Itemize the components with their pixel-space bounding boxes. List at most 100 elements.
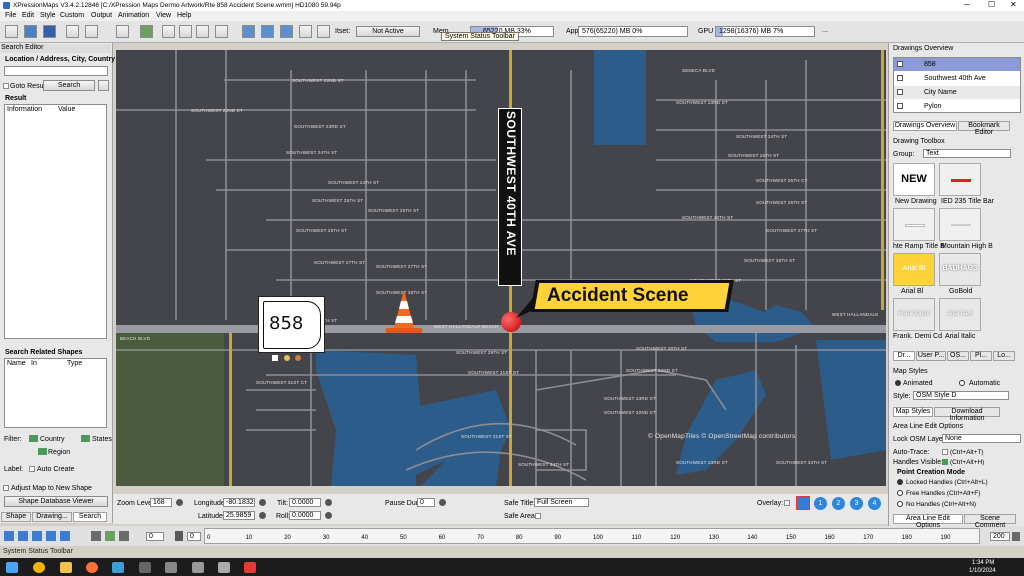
menu-view[interactable]: View (156, 12, 171, 19)
menu-file[interactable]: File (5, 12, 16, 19)
pause-input[interactable]: 0 (417, 498, 435, 507)
tab-dr[interactable]: Dr... (893, 351, 915, 361)
roll-reset-icon[interactable] (325, 512, 332, 519)
tab-map-styles[interactable]: Map Styles (893, 407, 933, 417)
tile-new-drawing[interactable]: NEW (893, 163, 935, 196)
timeline-current-input[interactable]: 0 (187, 532, 201, 541)
overlay-checkbox[interactable] (784, 500, 790, 506)
animated-radio[interactable] (895, 380, 901, 386)
shield-pin-icon[interactable] (284, 355, 290, 361)
tab-lo[interactable]: Lo... (993, 351, 1015, 361)
undo-icon[interactable] (66, 25, 79, 38)
app-icon[interactable] (139, 562, 151, 573)
pause-reset-icon[interactable] (439, 499, 446, 506)
chrome-icon[interactable] (33, 562, 45, 573)
end-icon[interactable] (60, 531, 70, 541)
auto-trace-checkbox[interactable] (942, 449, 948, 455)
bookmark-1-button[interactable]: 1 (814, 497, 827, 510)
menu-custom[interactable]: Custom (60, 12, 84, 19)
app-icon[interactable] (218, 562, 230, 573)
tab-pl[interactable]: Pl... (970, 351, 992, 361)
tab-drawings-overview[interactable]: Drawings Overview (893, 121, 957, 131)
shield-handle-icon[interactable] (272, 355, 278, 361)
loop-icon[interactable] (119, 531, 129, 541)
drawing-item-southwest[interactable]: Southwest 40th Ave (894, 72, 1020, 85)
traffic-cone-icon[interactable] (380, 288, 428, 336)
tile-mountain-high[interactable] (939, 208, 981, 241)
auto-create-checkbox[interactable] (29, 466, 35, 472)
toolbar-more[interactable]: ... (822, 27, 828, 34)
forward-icon[interactable] (46, 531, 56, 541)
tile-arial-bl[interactable]: Arial Bl (893, 253, 935, 286)
drawing-visible-checkbox[interactable] (897, 103, 903, 109)
tab-scene-comment[interactable]: Scene Comment (964, 514, 1016, 529)
style-dropdown[interactable]: OSM Style D (913, 391, 1009, 400)
tile-arial-italic[interactable]: Arial Italic (939, 298, 981, 331)
locked-handles-radio[interactable] (897, 479, 903, 485)
bookmark-4-button[interactable]: 4 (868, 497, 881, 510)
handles-visible-checkbox[interactable] (942, 459, 948, 465)
latitude-input[interactable]: 25.9859 (223, 511, 255, 520)
tile-ramp-title[interactable] (893, 208, 935, 241)
tab-drawing[interactable]: Drawing... (32, 512, 72, 522)
map-viewport[interactable]: SOUTHWEST 22ND ST SOUTHWEST 22ND ST SOUT… (116, 50, 886, 486)
app-icon[interactable] (112, 562, 124, 573)
grid-icon[interactable] (299, 25, 312, 38)
drawing-visible-checkbox[interactable] (897, 61, 903, 67)
menu-style[interactable]: Style (40, 12, 56, 19)
timeline-start-input[interactable]: 0 (146, 532, 164, 541)
tile-gobold[interactable]: BAUHAUS (939, 253, 981, 286)
timeline-scrubber-icon[interactable] (175, 531, 183, 541)
tool-icon[interactable] (116, 25, 129, 38)
zoom-input[interactable]: 168 (150, 498, 172, 507)
group-dropdown[interactable]: Text (923, 149, 1011, 158)
timeline-end-input[interactable]: 200 (990, 532, 1010, 541)
country-filter-icon[interactable] (29, 435, 38, 442)
play-icon[interactable] (18, 531, 28, 541)
preview-icon[interactable] (215, 25, 228, 38)
free-handles-radio[interactable] (897, 490, 903, 496)
tab-bookmark-editor[interactable]: Bookmark Editor (958, 121, 1010, 136)
automatic-radio[interactable] (959, 380, 965, 386)
redo-icon[interactable] (85, 25, 98, 38)
drawing-visible-checkbox[interactable] (897, 75, 903, 81)
tab-shape[interactable]: Shape (1, 512, 31, 522)
bookmark-2-button[interactable]: 2 (832, 497, 845, 510)
tab-search[interactable]: Search (73, 512, 107, 522)
new-icon[interactable] (5, 25, 18, 38)
itset-dropdown[interactable]: Not Active (356, 26, 420, 37)
safe-title-dropdown[interactable]: Full Screen (534, 498, 589, 507)
layer-icon[interactable] (242, 25, 255, 38)
route-858-shield[interactable]: 858 (258, 296, 325, 353)
sw-40th-ave-sign[interactable]: SOUTHWEST 40TH AVE (498, 108, 522, 286)
tilt-input[interactable]: 0.0000 (289, 498, 321, 507)
image-icon[interactable] (140, 25, 153, 38)
save-icon[interactable] (43, 25, 56, 38)
tab-user-p[interactable]: User P... (916, 351, 946, 361)
no-handles-radio[interactable] (897, 501, 903, 507)
maximize-button[interactable]: ☐ (988, 0, 995, 9)
app-icon[interactable] (244, 562, 256, 573)
menu-output[interactable]: Output (91, 12, 112, 19)
folder-icon[interactable] (60, 562, 72, 573)
firefox-icon[interactable] (86, 562, 98, 573)
timeline-end-icon[interactable] (1012, 532, 1020, 541)
drawing-item-cityname[interactable]: City Name (894, 86, 1020, 99)
export-icon[interactable] (179, 25, 192, 38)
shape-database-button[interactable]: Shape Database Viewer (4, 496, 108, 507)
lock-osm-dropdown[interactable]: None (942, 434, 1021, 443)
timeline-ruler[interactable]: 0 10 20 30 40 50 60 70 80 90 100 110 120 130 140 150 160… (204, 528, 980, 544)
adjust-map-checkbox[interactable] (3, 485, 9, 491)
rewind-icon[interactable] (4, 531, 14, 541)
zoom-reset-icon[interactable] (176, 499, 183, 506)
keyframe-icon[interactable] (105, 531, 115, 541)
drawing-item-858[interactable]: 858 (894, 58, 1020, 71)
drawing-visible-checkbox[interactable] (897, 89, 903, 95)
pause-icon[interactable] (32, 531, 42, 541)
record-icon[interactable] (91, 531, 101, 541)
menu-edit[interactable]: Edit (22, 12, 34, 19)
longitude-reset-icon[interactable] (259, 499, 266, 506)
minimize-button[interactable]: ─ (964, 0, 970, 9)
tilt-reset-icon[interactable] (325, 499, 332, 506)
goto-result-checkbox[interactable] (3, 83, 9, 89)
